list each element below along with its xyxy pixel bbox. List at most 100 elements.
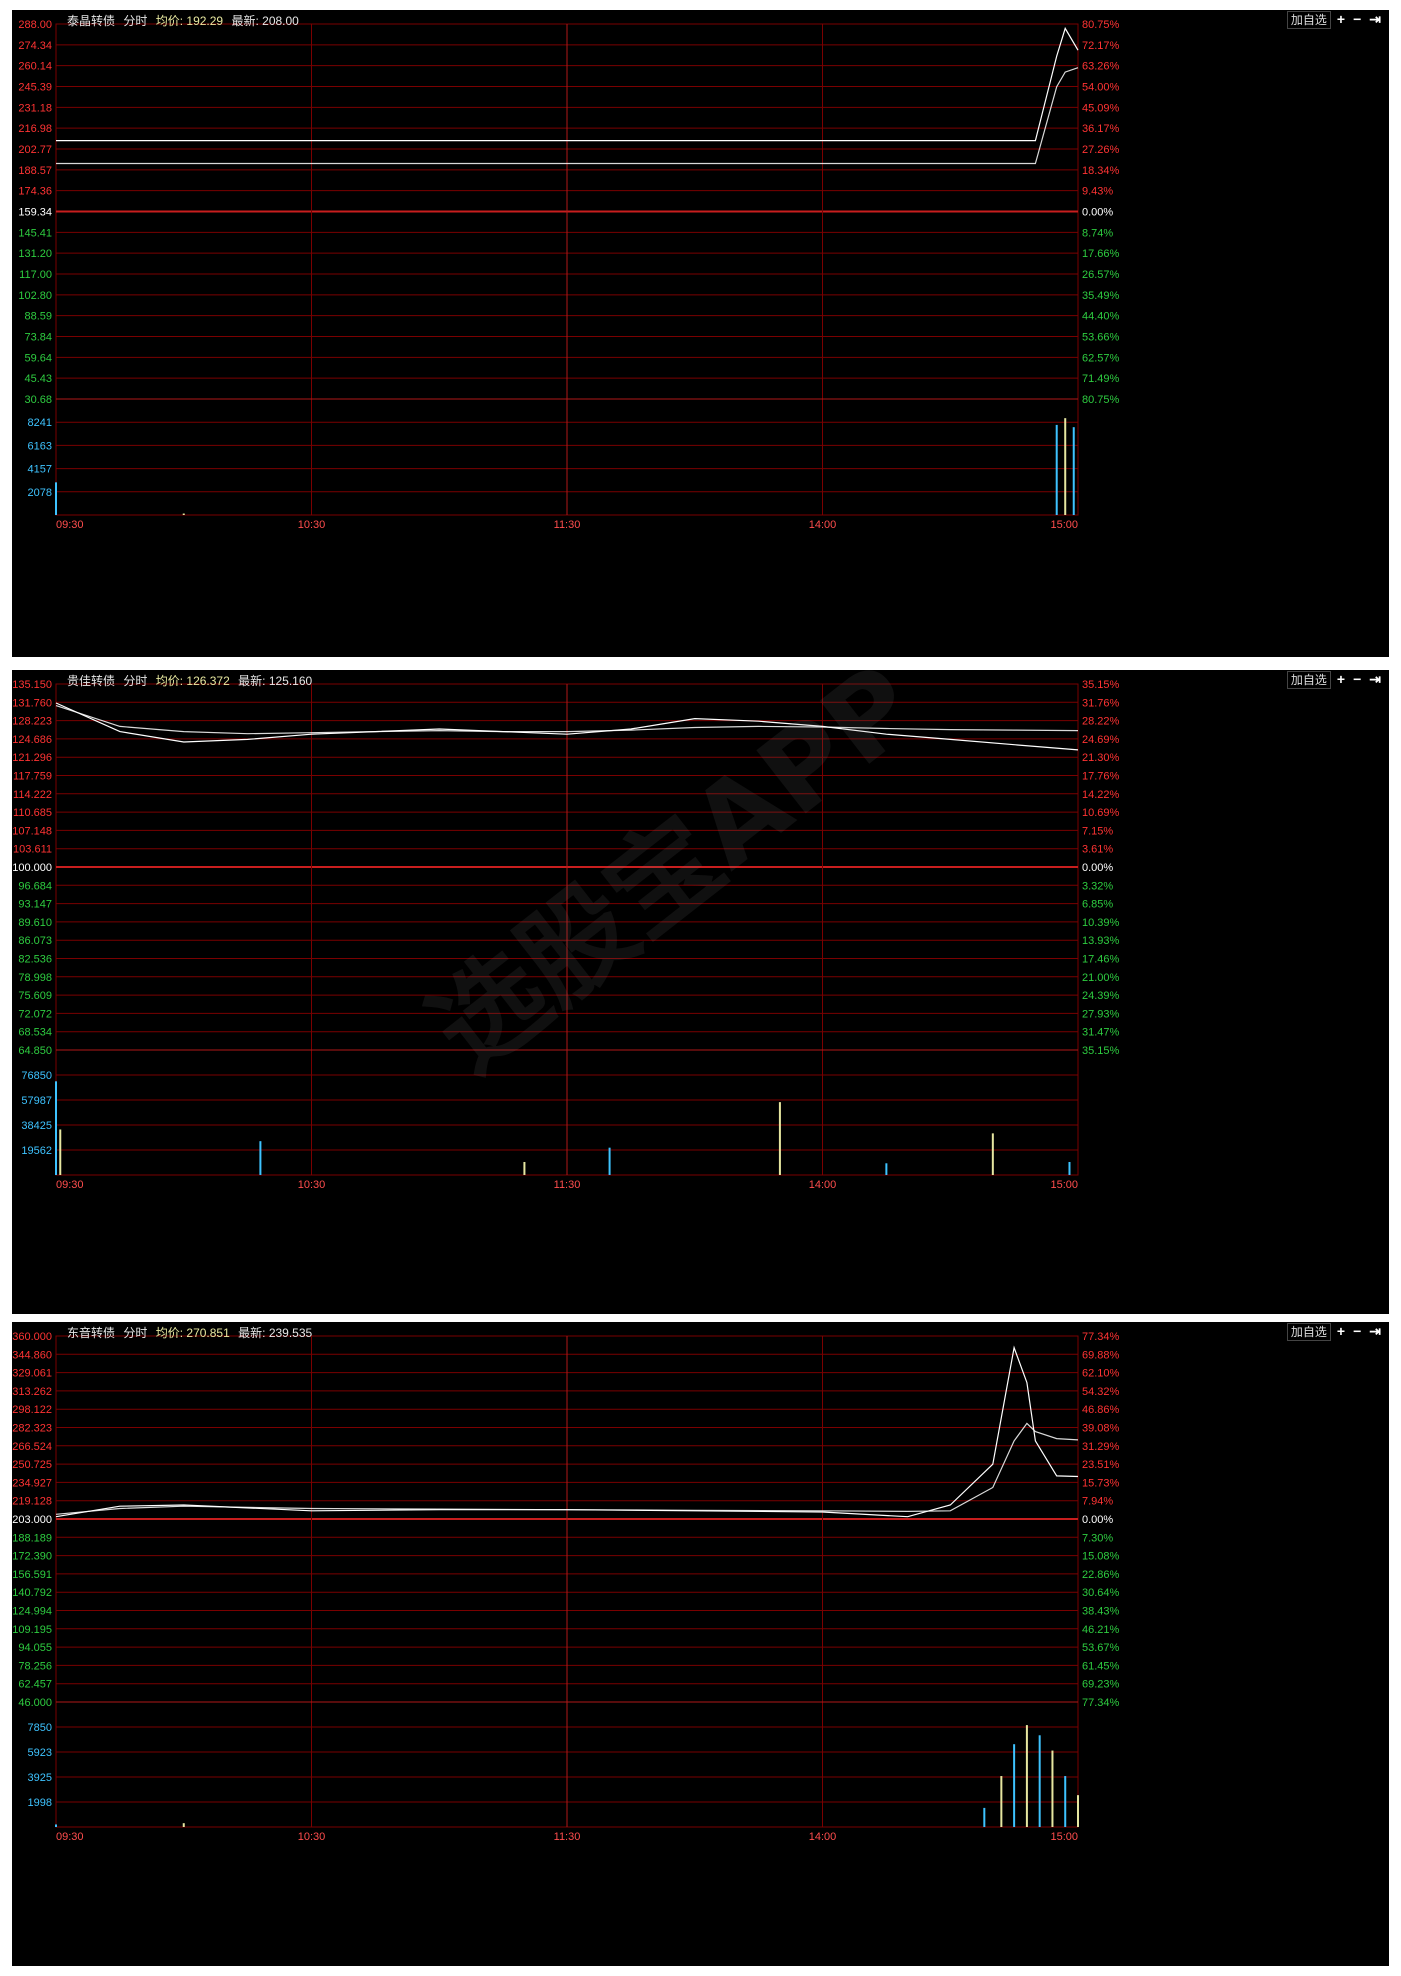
volume-bar xyxy=(1000,1776,1003,1827)
price-tick-label: 128.223 xyxy=(12,716,52,728)
percent-tick-label: 10.69% xyxy=(1082,807,1120,819)
price-tick-label: 103.611 xyxy=(13,844,52,856)
volume-bar xyxy=(1064,1776,1067,1827)
price-tick-label: 216.98 xyxy=(18,123,52,135)
last-label: 最新: xyxy=(231,14,259,28)
volume-bar xyxy=(1072,427,1075,515)
percent-tick-label: 62.57% xyxy=(1082,352,1120,364)
volume-tick-label: 1998 xyxy=(28,1797,52,1809)
percent-tick-label: 8.74% xyxy=(1082,227,1113,239)
chart-header: 东音转债 分时 均价: 270.851 最新: 239.535 xyxy=(67,1324,312,1341)
add-watchlist-button[interactable]: 加自选 xyxy=(1286,1323,1331,1341)
last-label: 最新: xyxy=(238,674,266,688)
chart-toolbar: 加自选 + − ⇥ xyxy=(1286,1323,1383,1341)
chart-mode: 分时 xyxy=(123,14,148,28)
percent-tick-label: 23.51% xyxy=(1082,1459,1120,1471)
volume-bar xyxy=(55,1081,57,1175)
time-tick-label: 15:00 xyxy=(1050,1831,1078,1843)
zoom-out-button[interactable]: − xyxy=(1351,11,1363,29)
last-value: 208.00 xyxy=(262,14,299,28)
time-tick-label: 11:30 xyxy=(554,1179,581,1191)
percent-tick-label: 15.73% xyxy=(1082,1477,1120,1489)
volume-tick-label: 57987 xyxy=(21,1095,52,1107)
chart-mode: 分时 xyxy=(123,1326,148,1340)
price-tick-label: 110.685 xyxy=(13,807,52,819)
volume-bar xyxy=(523,1161,526,1175)
price-tick-label: 45.43 xyxy=(24,373,52,385)
percent-tick-label: 72.17% xyxy=(1082,40,1120,52)
last-value: 239.535 xyxy=(268,1326,313,1340)
price-tick-label: 78.256 xyxy=(18,1660,52,1672)
time-tick-label: 10:30 xyxy=(298,1179,326,1191)
percent-tick-label: 31.76% xyxy=(1082,697,1120,709)
zoom-in-button[interactable]: + xyxy=(1335,1323,1347,1341)
avg-label: 均价: xyxy=(155,674,184,688)
volume-tick-label: 8241 xyxy=(28,417,52,429)
exit-button[interactable]: ⇥ xyxy=(1367,11,1383,29)
time-tick-label: 14:00 xyxy=(809,1179,837,1191)
last-value: 125.160 xyxy=(268,674,313,688)
volume-tick-label: 76850 xyxy=(21,1070,52,1082)
volume-bar xyxy=(1077,1795,1079,1827)
price-tick-label: 72.072 xyxy=(18,1008,52,1020)
percent-tick-label: 15.08% xyxy=(1082,1551,1120,1563)
volume-tick-label: 3925 xyxy=(28,1772,52,1784)
exit-button[interactable]: ⇥ xyxy=(1367,671,1383,689)
price-tick-label: 135.150 xyxy=(12,679,52,691)
price-tick-label: 344.860 xyxy=(12,1349,52,1361)
price-tick-label: 156.591 xyxy=(12,1569,52,1581)
price-tick-label: 313.262 xyxy=(12,1386,52,1398)
volume-bar xyxy=(55,482,57,515)
volume-bar xyxy=(778,1102,781,1175)
percent-tick-label: 77.34% xyxy=(1082,1697,1120,1709)
time-tick-label: 15:00 xyxy=(1050,519,1078,531)
avg-label: 均价: xyxy=(155,1326,184,1340)
percent-tick-label: 18.34% xyxy=(1082,165,1120,177)
percent-tick-label: 6.85% xyxy=(1082,899,1113,911)
zoom-in-button[interactable]: + xyxy=(1335,11,1347,29)
volume-bar xyxy=(1038,1735,1041,1827)
stock-name: 东音转债 xyxy=(67,1326,116,1340)
percent-tick-label: 35.15% xyxy=(1082,1045,1120,1057)
price-tick-label: 117.759 xyxy=(13,771,52,783)
price-tick-label: 73.84 xyxy=(24,332,52,344)
price-tick-label: 96.684 xyxy=(18,880,52,892)
percent-tick-label: 7.30% xyxy=(1082,1532,1113,1544)
price-tick-label: 100.000 xyxy=(12,862,52,874)
volume-tick-label: 6163 xyxy=(28,440,52,452)
price-tick-label: 219.128 xyxy=(12,1496,52,1508)
percent-tick-label: 53.67% xyxy=(1082,1642,1120,1654)
volume-bar xyxy=(1068,1161,1071,1175)
add-watchlist-button[interactable]: 加自选 xyxy=(1286,671,1331,689)
zoom-in-button[interactable]: + xyxy=(1335,671,1347,689)
price-tick-label: 107.148 xyxy=(12,825,52,837)
percent-tick-label: 44.40% xyxy=(1082,311,1120,323)
volume-bar xyxy=(608,1147,611,1175)
price-tick-label: 203.000 xyxy=(12,1514,52,1526)
chart-header: 贵佳转债 分时 均价: 126.372 最新: 125.160 xyxy=(67,672,312,689)
percent-tick-label: 80.75% xyxy=(1082,19,1120,31)
add-watchlist-button[interactable]: 加自选 xyxy=(1286,11,1331,29)
time-tick-label: 09:30 xyxy=(56,1831,84,1843)
price-tick-label: 75.609 xyxy=(18,990,52,1002)
price-tick-label: 174.36 xyxy=(18,186,52,198)
percent-tick-label: 26.57% xyxy=(1082,269,1120,281)
exit-button[interactable]: ⇥ xyxy=(1367,1323,1383,1341)
percent-tick-label: 46.86% xyxy=(1082,1404,1120,1416)
volume-tick-label: 5923 xyxy=(28,1747,52,1759)
volume-tick-label: 4157 xyxy=(28,464,52,476)
percent-tick-label: 7.94% xyxy=(1082,1496,1113,1508)
percent-tick-label: 61.45% xyxy=(1082,1660,1120,1672)
price-tick-label: 121.296 xyxy=(12,752,52,764)
price-tick-label: 30.68 xyxy=(24,394,52,406)
price-tick-label: 282.323 xyxy=(12,1423,52,1435)
zoom-out-button[interactable]: − xyxy=(1351,1323,1363,1341)
time-tick-label: 15:00 xyxy=(1050,1179,1078,1191)
zoom-out-button[interactable]: − xyxy=(1351,671,1363,689)
percent-tick-label: 10.39% xyxy=(1082,917,1120,929)
price-tick-label: 245.39 xyxy=(18,82,52,94)
time-tick-label: 11:30 xyxy=(554,519,581,531)
percent-tick-label: 30.64% xyxy=(1082,1587,1120,1599)
last-label: 最新: xyxy=(238,1326,266,1340)
price-tick-label: 64.850 xyxy=(18,1045,52,1057)
